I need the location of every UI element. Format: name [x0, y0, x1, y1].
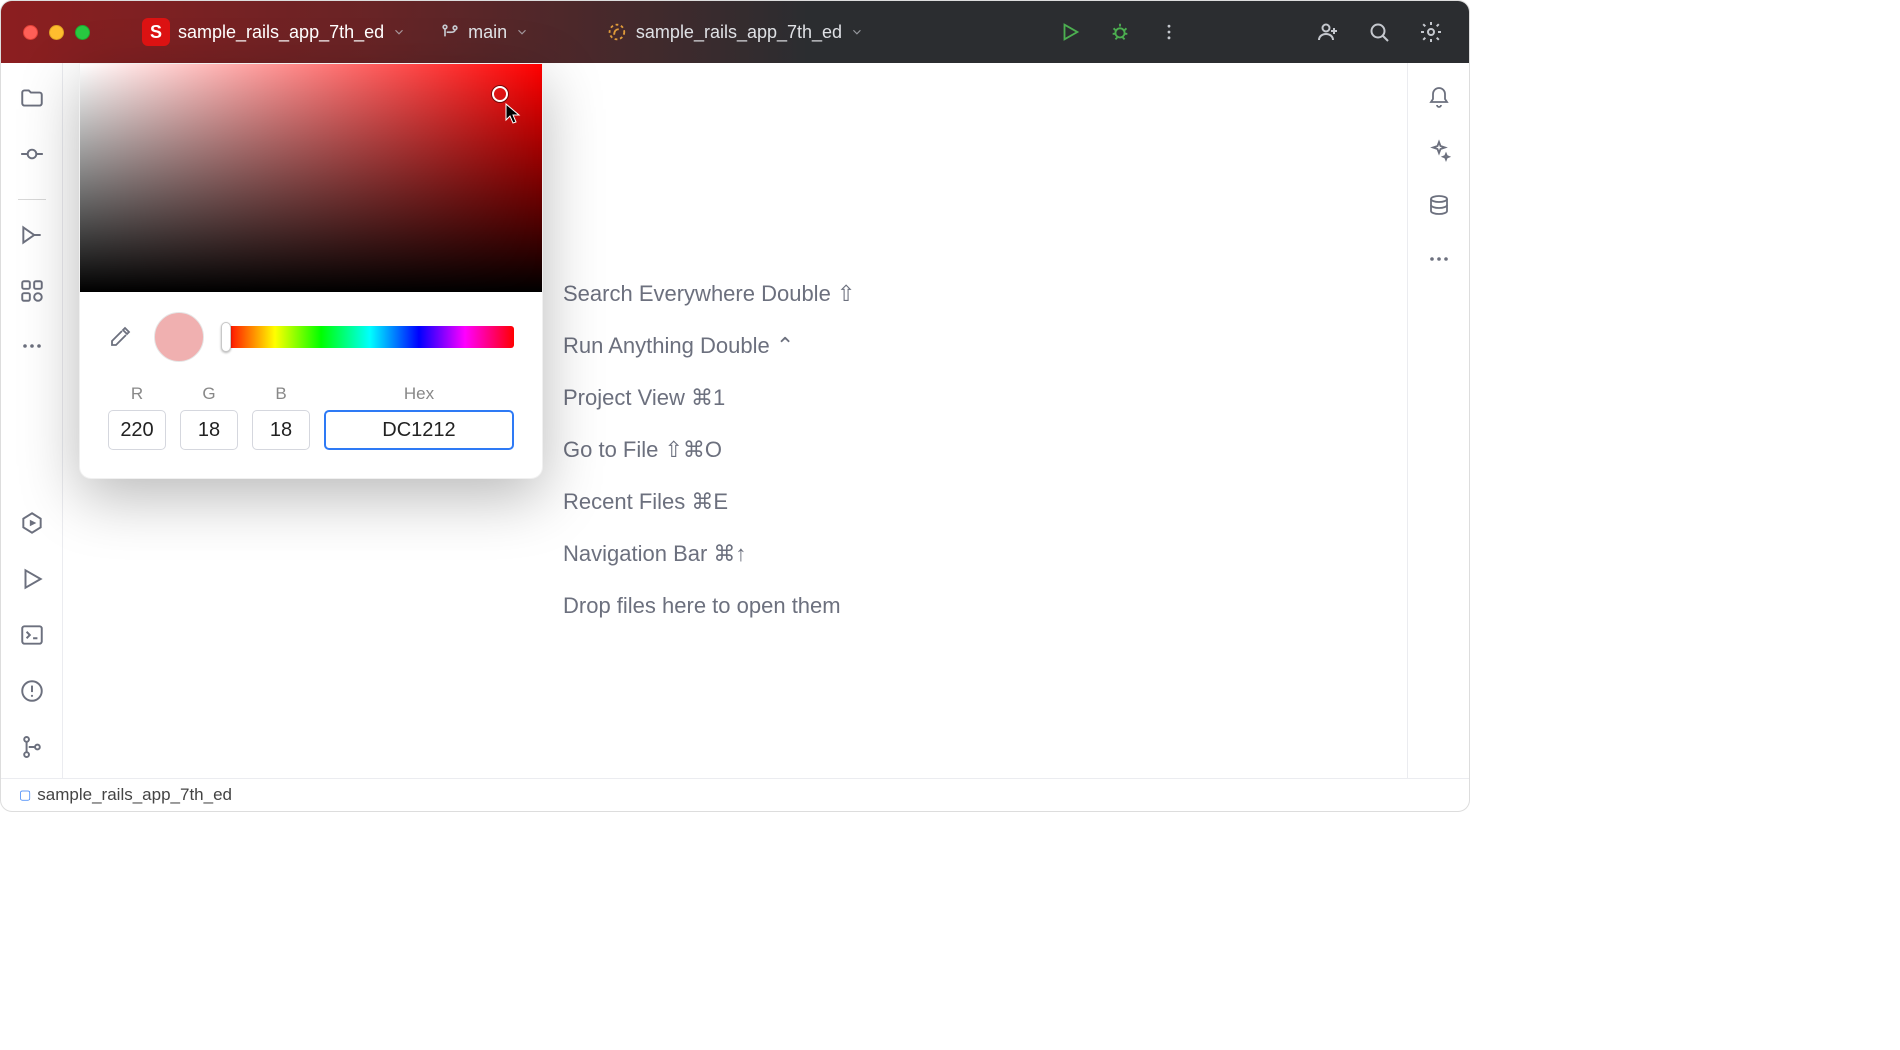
hint-go-to-file: Go to File ⇧⌘O — [563, 439, 855, 461]
color-swatch — [154, 312, 204, 362]
b-label: B — [275, 384, 286, 404]
more-vertical-icon[interactable] — [1159, 22, 1179, 42]
vcs-tool-button[interactable] — [19, 734, 45, 760]
picker-inputs: R G B Hex — [80, 372, 542, 478]
g-label: G — [202, 384, 215, 404]
code-with-me-button[interactable] — [1315, 20, 1339, 44]
window-close-button[interactable] — [23, 25, 38, 40]
hex-label: Hex — [404, 384, 434, 404]
color-picker-popover: R G B Hex — [79, 63, 543, 479]
hue-handle[interactable] — [221, 322, 231, 352]
search-button[interactable] — [1367, 20, 1391, 44]
chevron-down-icon — [515, 25, 529, 39]
branch-selector[interactable]: main — [406, 22, 529, 43]
separator — [18, 199, 46, 200]
database-tool-button[interactable] — [1427, 193, 1451, 217]
hint-project-view: Project View ⌘1 — [563, 387, 855, 409]
r-input[interactable] — [108, 410, 166, 450]
commit-tool-button[interactable] — [19, 141, 45, 167]
run-tool-button[interactable] — [19, 566, 45, 592]
hint-navigation-bar: Navigation Bar ⌘↑ — [563, 543, 855, 565]
r-label: R — [131, 384, 143, 404]
hint-drop-files: Drop files here to open them — [563, 595, 855, 617]
g-field: G — [180, 384, 238, 450]
debug-button[interactable] — [1109, 21, 1131, 43]
sv-black-gradient — [80, 64, 542, 292]
window-zoom-button[interactable] — [75, 25, 90, 40]
rails-task-icon — [606, 21, 628, 43]
ide-window: S sample_rails_app_7th_ed main sample_ra… — [0, 0, 1470, 812]
settings-button[interactable] — [1419, 20, 1443, 44]
run-config-selector[interactable]: sample_rails_app_7th_ed — [606, 21, 864, 43]
window-minimize-button[interactable] — [49, 25, 64, 40]
hex-field: Hex — [324, 384, 514, 450]
picker-mid-row — [80, 292, 542, 372]
project-badge: S — [142, 18, 170, 46]
window-controls — [23, 25, 90, 40]
notifications-button[interactable] — [1427, 85, 1451, 109]
r-field: R — [108, 384, 166, 450]
b-input[interactable] — [252, 410, 310, 450]
hint-search-everywhere: Search Everywhere Double ⇧ — [563, 283, 855, 305]
ai-assistant-button[interactable] — [1427, 139, 1451, 163]
status-project-name[interactable]: sample_rails_app_7th_ed — [37, 785, 232, 805]
titlebar: S sample_rails_app_7th_ed main sample_ra… — [1, 1, 1469, 63]
project-name: sample_rails_app_7th_ed — [178, 22, 384, 43]
left-toolwindow-bar — [1, 63, 63, 778]
project-tool-button[interactable] — [19, 85, 45, 111]
problems-tool-button[interactable] — [19, 678, 45, 704]
branch-icon — [440, 22, 460, 42]
branch-name: main — [468, 22, 507, 43]
more-horizontal-icon[interactable] — [1427, 247, 1451, 271]
empty-editor-hints: Search Everywhere Double ⇧ Run Anything … — [563, 283, 855, 647]
more-horizontal-icon[interactable] — [20, 334, 44, 358]
project-selector[interactable]: S sample_rails_app_7th_ed — [90, 18, 406, 46]
module-icon: ▢ — [19, 787, 31, 803]
titlebar-right — [1059, 20, 1443, 44]
eyedropper-button[interactable] — [108, 325, 132, 349]
b-field: B — [252, 384, 310, 450]
structure-tool-button[interactable] — [19, 222, 45, 248]
editor-body: Search Everywhere Double ⇧ Run Anything … — [1, 63, 1469, 778]
hex-input[interactable] — [324, 410, 514, 450]
hue-slider[interactable] — [226, 326, 514, 348]
sv-handle[interactable] — [492, 86, 508, 102]
status-bar: ▢ sample_rails_app_7th_ed — [1, 778, 1469, 811]
hint-recent-files: Recent Files ⌘E — [563, 491, 855, 513]
saturation-value-field[interactable] — [80, 64, 542, 292]
chevron-down-icon — [850, 25, 864, 39]
run-button[interactable] — [1059, 21, 1081, 43]
hint-run-anything: Run Anything Double ⌃ — [563, 335, 855, 357]
run-config-name: sample_rails_app_7th_ed — [636, 22, 842, 43]
editor-area[interactable]: Search Everywhere Double ⇧ Run Anything … — [63, 63, 1407, 778]
chevron-down-icon — [392, 25, 406, 39]
terminal-tool-button[interactable] — [19, 622, 45, 648]
right-toolwindow-bar — [1407, 63, 1469, 778]
bookmarks-tool-button[interactable] — [19, 278, 45, 304]
services-tool-button[interactable] — [19, 510, 45, 536]
g-input[interactable] — [180, 410, 238, 450]
